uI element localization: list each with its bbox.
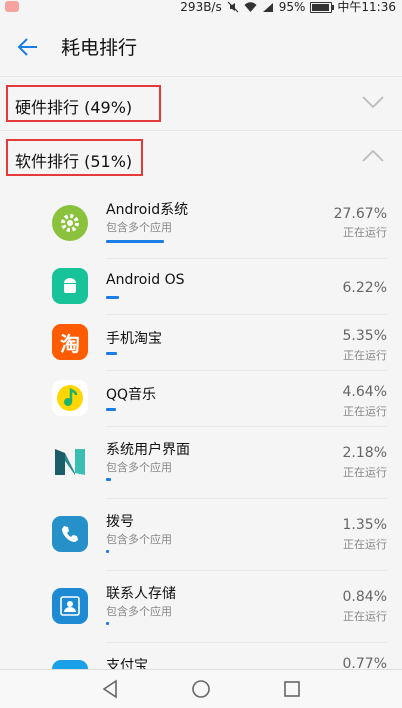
app-subtitle: 包含多个应用 [106,533,172,546]
run-state: 正在运行 [343,405,387,418]
chevron-down-icon[interactable] [362,95,384,109]
status-right: 293B/s 95% 中午11:36 [180,0,396,14]
usage-percent: 27.67% [333,206,387,222]
usage-bar [106,478,111,481]
app-name: 拨号 [106,514,134,530]
taobao-icon: 淘 [52,324,88,360]
app-name: QQ音乐 [106,387,157,403]
divider [106,370,387,371]
back-arrow-icon[interactable] [17,36,39,58]
run-state: 正在运行 [343,226,387,239]
list-item-dialer[interactable]: 拨号 包含多个应用 1.35% 正在运行 [0,498,402,555]
network-speed: 293B/s [180,0,222,14]
run-state: 正在运行 [343,349,387,362]
system-nav-bar [0,669,402,708]
android-icon [52,268,88,304]
usage-percent: 5.35% [342,328,387,344]
usage-percent: 2.18% [342,445,387,461]
status-bar: 293B/s 95% 中午11:36 [0,0,402,14]
clock: 中午11:36 [337,0,396,14]
phone-icon [52,516,88,552]
usage-percent: 4.64% [342,384,387,400]
battery-percent: 95% [278,0,306,14]
contacts-icon [52,588,88,624]
list-item-android-os[interactable]: Android OS 6.22% [0,258,402,315]
app-subtitle: 包含多个应用 [106,605,172,618]
divider [106,426,387,427]
app-name: 联系人存储 [106,586,176,602]
usage-percent: 0.84% [342,589,387,605]
music-note-icon [52,380,88,416]
run-state: 正在运行 [343,466,387,479]
signal-icon [262,2,273,12]
app-name: 系统用户界面 [106,442,190,458]
usage-bar [106,550,109,553]
usage-percent: 6.22% [342,280,387,296]
usage-percent: 1.35% [342,517,387,533]
wifi-icon [244,1,257,12]
usage-bar [106,352,117,355]
recents-square-icon[interactable] [282,679,302,699]
divider [106,642,387,643]
run-state: 正在运行 [343,538,387,551]
app-subtitle: 包含多个应用 [106,221,172,234]
app-bar: 耗电排行 [0,14,402,74]
usage-bar [106,408,116,411]
chevron-up-icon[interactable] [362,149,384,163]
list-item-contacts-storage[interactable]: 联系人存储 包含多个应用 0.84% 正在运行 [0,570,402,627]
main-content: 硬件排行 (49%) 软件排行 (51%) Android系统 包含多个应用 2… [0,74,402,696]
mute-icon [227,1,239,13]
battery-icon [310,1,335,13]
divider [106,314,387,315]
list-item-qq-music[interactable]: QQ音乐 4.64% 正在运行 [0,370,402,427]
page-title: 耗电排行 [61,37,138,59]
usage-bar [106,296,119,299]
software-ranking-row[interactable]: 软件排行 (51%) [0,130,402,185]
run-state: 正在运行 [343,610,387,623]
divider [106,570,387,571]
list-item-android-system[interactable]: Android系统 包含多个应用 27.67% 正在运行 [0,186,402,243]
hardware-ranking-row[interactable]: 硬件排行 (49%) [0,76,402,131]
n-logo-icon [52,444,88,480]
list-item-system-ui[interactable]: 系统用户界面 包含多个应用 2.18% 正在运行 [0,426,402,483]
notification-icon [5,1,19,12]
home-circle-icon[interactable] [191,679,211,699]
app-name: 手机淘宝 [106,331,162,347]
usage-bar [106,240,164,243]
back-triangle-icon[interactable] [100,679,120,699]
divider [106,258,387,259]
list-item-taobao[interactable]: 淘 手机淘宝 5.35% 正在运行 [0,314,402,371]
app-subtitle: 包含多个应用 [106,461,172,474]
gear-icon [52,205,88,241]
software-ranking-label: 软件排行 (51%) [15,152,133,171]
hardware-ranking-label: 硬件排行 (49%) [15,98,133,117]
divider [106,498,387,499]
usage-bar [106,622,109,625]
app-name: Android OS [106,272,185,288]
app-name: Android系统 [106,202,189,218]
